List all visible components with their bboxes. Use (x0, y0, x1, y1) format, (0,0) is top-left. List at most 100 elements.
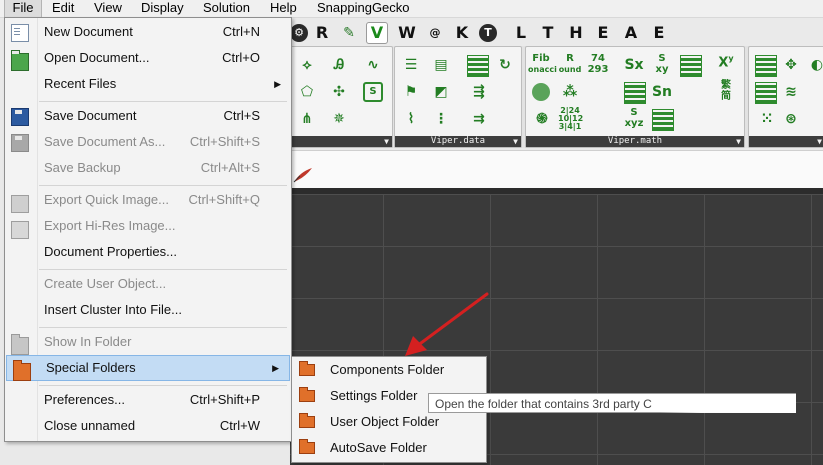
sum-xy-icon[interactable]: Sxy (650, 53, 674, 77)
numbered-table-icon[interactable]: 2|24 10|12 3|4|1 (558, 107, 583, 131)
menu-item-shortcut: Ctrl+Alt+S (200, 160, 260, 175)
tree-icon[interactable]: ⋔ (295, 107, 319, 131)
menu-item-open-document[interactable]: Open Document... Ctrl+O (5, 46, 291, 71)
menu-view[interactable]: View (94, 0, 122, 17)
chart-area-icon[interactable]: ◩ (429, 80, 453, 104)
round-icon[interactable]: Round (558, 53, 582, 77)
grid-points-icon[interactable] (755, 55, 777, 77)
flag-set-icon[interactable]: ⚑ (399, 80, 423, 104)
x-power-y-icon[interactable]: Xy (714, 53, 738, 77)
menu-help[interactable]: Help (270, 0, 297, 17)
series-n-icon[interactable]: Sn (650, 80, 674, 104)
blob-icon[interactable] (532, 83, 550, 101)
sum-xy-label: xy (655, 64, 669, 75)
tab-l[interactable]: L (510, 22, 532, 44)
waveform-icon[interactable]: ⌇ (399, 107, 423, 131)
menu-item-shortcut: Ctrl+N (222, 24, 260, 39)
x-power-base: X (718, 55, 729, 71)
menu-item-label: Open Document... (44, 50, 150, 65)
fraction-den: 293 (587, 64, 609, 75)
tab-e2[interactable]: E (648, 22, 670, 44)
panel-expand-icon[interactable]: ▼ (513, 136, 518, 147)
menu-item-preferences[interactable]: Preferences... Ctrl+Shift+P (5, 388, 291, 412)
tab-h[interactable]: H (565, 22, 587, 44)
menu-item-recent-files[interactable]: Recent Files ▶ (5, 72, 291, 96)
tab-at[interactable]: @ (424, 22, 446, 44)
folder-icon (13, 360, 31, 381)
panel-expand-icon[interactable]: ▼ (817, 136, 822, 147)
submenu-item-components-folder[interactable]: Components Folder (292, 357, 486, 383)
sketch-quill-icon[interactable] (292, 166, 314, 184)
partial-icon-1[interactable]: ◐ (805, 53, 823, 77)
math-grid-icon[interactable] (680, 55, 702, 77)
tab-t[interactable]: T (537, 22, 559, 44)
s-curve-icon[interactable]: S (363, 82, 383, 102)
menu-item-special-folders[interactable]: Special Folders ▶ (6, 355, 290, 381)
fibonacci-icon[interactable]: Fib onacci (528, 53, 557, 77)
menu-item-export-hires-image[interactable]: Export Hi-Res Image... (5, 214, 291, 239)
math-grid-2-icon[interactable] (652, 109, 674, 131)
fraction-icon[interactable]: 74 293 (586, 53, 610, 77)
menu-item-show-in-folder[interactable]: Show In Folder (5, 330, 291, 355)
target-dots-icon[interactable]: ⊛ (779, 107, 803, 131)
num-row-3: 3|4|1 (558, 122, 582, 131)
dot-cluster-icon[interactable]: ⁙ (755, 107, 779, 131)
menu-file[interactable]: File (4, 0, 42, 18)
menu-solution[interactable]: Solution (203, 0, 250, 17)
list-branch-icon[interactable]: ⇉ (467, 107, 491, 131)
menu-item-save-backup[interactable]: Save Backup Ctrl+Alt+S (5, 156, 291, 180)
tab-a[interactable]: A (620, 22, 642, 44)
menu-item-label: Save Document (44, 108, 137, 123)
split-list-icon[interactable]: ⇶ (467, 80, 491, 104)
menu-item-create-user-object[interactable]: Create User Object... (5, 272, 291, 296)
tab-e[interactable]: E (592, 22, 614, 44)
ec-node-icon[interactable]: ✣ (327, 80, 351, 104)
layers-icon[interactable]: ≋ (779, 80, 803, 104)
tab-t-circle[interactable]: T (479, 24, 497, 42)
move-arrows-icon[interactable]: ✥ (779, 53, 803, 77)
sum-x-icon[interactable]: Sx (622, 53, 646, 77)
viper-data-label: Viper.data (430, 136, 486, 146)
matrix-icon[interactable] (624, 82, 646, 104)
graph-nodes-icon[interactable]: ⟡ (295, 53, 319, 77)
tab-partial-icon[interactable]: ⚙ (290, 24, 308, 42)
dot-grid-icon[interactable] (755, 82, 777, 104)
tab-v-active[interactable]: V (366, 22, 388, 44)
panel-expand-icon[interactable]: ▼ (384, 136, 389, 147)
tab-gecko-icon[interactable]: ✎ (338, 22, 360, 44)
file-menu-dropdown: New Document Ctrl+N Open Document... Ctr… (4, 17, 292, 442)
ab-node-icon[interactable]: Ꭿ (327, 53, 351, 77)
menu-item-save-document-as[interactable]: Save Document As... Ctrl+Shift+S (5, 130, 291, 154)
menu-display[interactable]: Display (141, 0, 184, 17)
sum-xyz-icon[interactable]: Sxyz (622, 107, 646, 131)
menu-item-export-quick-image[interactable]: Export Quick Image... Ctrl+Shift+Q (5, 188, 291, 213)
submenu-item-autosave-folder[interactable]: AutoSave Folder (292, 435, 486, 461)
panel-expand-icon[interactable]: ▼ (736, 136, 741, 147)
menu-item-insert-cluster[interactable]: Insert Cluster Into File... (5, 298, 291, 322)
polyline-icon[interactable]: ⬠ (295, 80, 319, 104)
menu-edit[interactable]: Edit (52, 0, 74, 17)
spiral-icon[interactable]: ֍ (530, 107, 554, 131)
tab-w[interactable]: W (396, 22, 418, 44)
menu-item-label: Document Properties... (44, 244, 177, 259)
ribbon: ⟡ Ꭿ ∿ ⬠ ✣ S ⋔ ✵ ▼ ☰ ▤ ↻ ⚑ ◩ ⇶ ⌇ ⋮ ⇉ Vipe… (290, 46, 823, 148)
star-network-icon[interactable]: ✵ (327, 107, 351, 131)
stack-bars-icon[interactable]: ⋮ (429, 107, 453, 131)
trad-simp-icon[interactable]: 繁简 (714, 80, 738, 104)
viper-data-caption: Viper.data ▼ (395, 136, 521, 147)
menu-item-document-properties[interactable]: Document Properties... (5, 240, 291, 264)
document-lines-icon[interactable]: ▤ (429, 53, 453, 77)
curve-nodes-icon[interactable]: ∿ (361, 53, 385, 77)
tab-r[interactable]: R (311, 22, 333, 44)
fibonacci-label-2: onacci (528, 65, 557, 74)
menu-item-save-document[interactable]: Save Document Ctrl+S (5, 104, 291, 128)
menu-snappinggecko[interactable]: SnappingGecko (317, 0, 410, 17)
menu-item-new-document[interactable]: New Document Ctrl+N (5, 20, 291, 44)
ribbon-panel-extra: ✥ ◐ ≋ ⁙ ⊛ ▼ (748, 46, 823, 148)
menu-item-close-unnamed[interactable]: Close unnamed Ctrl+W (5, 414, 291, 438)
refresh-cycle-icon[interactable]: ↻ (493, 53, 517, 77)
list-stack-icon[interactable]: ☰ (399, 53, 423, 77)
tab-k[interactable]: K (451, 22, 473, 44)
data-grid-icon[interactable] (467, 55, 489, 77)
scatter-network-icon[interactable]: ⁂ (558, 80, 582, 104)
